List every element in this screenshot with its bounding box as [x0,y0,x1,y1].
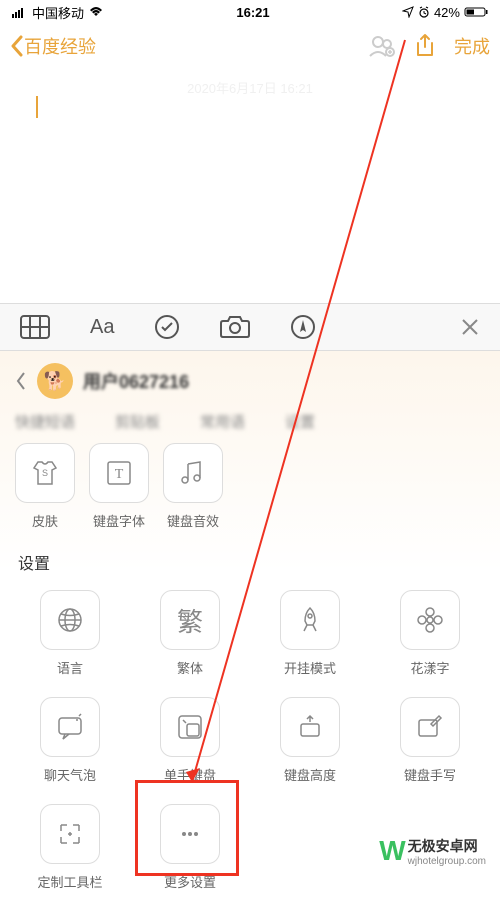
note-editor[interactable]: 2020年6月17日 16:21 [0,68,500,303]
flower-icon [415,605,445,635]
rocket-icon [295,605,325,635]
back-button[interactable]: 百度经验 [10,33,96,59]
watermark-url: wjhotelgroup.com [408,856,486,867]
table-icon[interactable] [20,315,50,339]
tile-language[interactable]: 语言 [15,590,125,677]
nav-bar: 百度经验 完成 [0,24,500,68]
shirt-icon: S [30,458,60,488]
format-toolbar: Aa [0,303,500,351]
panel-header: 🐕 用户0627216 [0,351,500,411]
tile-flower[interactable]: 花漾字 [375,590,485,677]
watermark: W 无极安卓网 wjhotelgroup.com [373,831,492,871]
collaborate-icon[interactable] [368,34,396,58]
tab-item[interactable]: 快捷短语 [15,411,75,429]
avatar[interactable]: 🐕 [37,363,73,399]
status-bar: 中国移动 16:21 42% [0,0,500,24]
watermark-logo: W [379,835,401,867]
carrier-label: 中国移动 [32,3,84,22]
tab-item[interactable]: 剪贴板 [115,411,160,429]
done-button[interactable]: 完成 [454,33,490,59]
quick-tiles: S 皮肤 T 键盘字体 键盘音效 [0,429,500,540]
user-name: 用户0627216 [83,368,189,394]
globe-icon [55,605,85,635]
location-icon [402,6,414,18]
keyboard-settings-panel: 🐕 用户0627216 快捷短语 剪贴板 常用语 设置 S 皮肤 T 键盘字体 … [0,351,500,901]
tile-mode[interactable]: 开挂模式 [255,590,365,677]
tile-traditional[interactable]: 繁 繁体 [135,590,245,677]
traditional-icon: 繁 [160,590,220,650]
height-icon [295,712,325,742]
more-icon [175,819,205,849]
svg-text:S: S [42,468,48,478]
onehand-icon [175,712,205,742]
bubble-icon [55,712,85,742]
status-time: 16:21 [236,5,269,20]
tab-item[interactable]: 设置 [285,411,315,429]
tile-font[interactable]: T 键盘字体 [89,443,149,530]
section-settings: 设置 [0,540,500,580]
camera-icon[interactable] [220,315,250,339]
tile-height[interactable]: 键盘高度 [255,697,365,784]
battery-label: 42% [434,5,460,20]
watermark-title: 无极安卓网 [408,836,486,856]
tile-handwrite[interactable]: 键盘手写 [375,697,485,784]
signal-icon [12,6,28,18]
battery-icon [464,6,488,18]
close-icon[interactable] [460,317,480,337]
note-date: 2020年6月17日 16:21 [20,78,480,97]
tab-item[interactable]: 常用语 [200,411,245,429]
handwrite-icon [415,712,445,742]
tile-bubble[interactable]: 聊天气泡 [15,697,125,784]
alarm-icon [418,6,430,18]
back-label: 百度经验 [24,33,96,59]
tile-more-settings[interactable]: 更多设置 [135,804,245,891]
wifi-icon [88,6,104,18]
text-cursor [36,96,38,118]
tile-custom-toolbar[interactable]: 定制工具栏 [15,804,125,891]
svg-text:T: T [115,467,124,482]
share-icon[interactable] [414,33,436,59]
music-icon [178,458,208,488]
custom-icon [55,819,85,849]
tile-onehand[interactable]: 单手键盘 [135,697,245,784]
tile-skin[interactable]: S 皮肤 [15,443,75,530]
markup-icon[interactable] [290,314,316,340]
text-format-icon[interactable]: Aa [90,316,114,339]
font-icon: T [104,458,134,488]
tab-row: 快捷短语 剪贴板 常用语 设置 [0,411,500,429]
checklist-icon[interactable] [154,314,180,340]
panel-back-icon[interactable] [15,371,27,391]
tile-sound[interactable]: 键盘音效 [163,443,223,530]
